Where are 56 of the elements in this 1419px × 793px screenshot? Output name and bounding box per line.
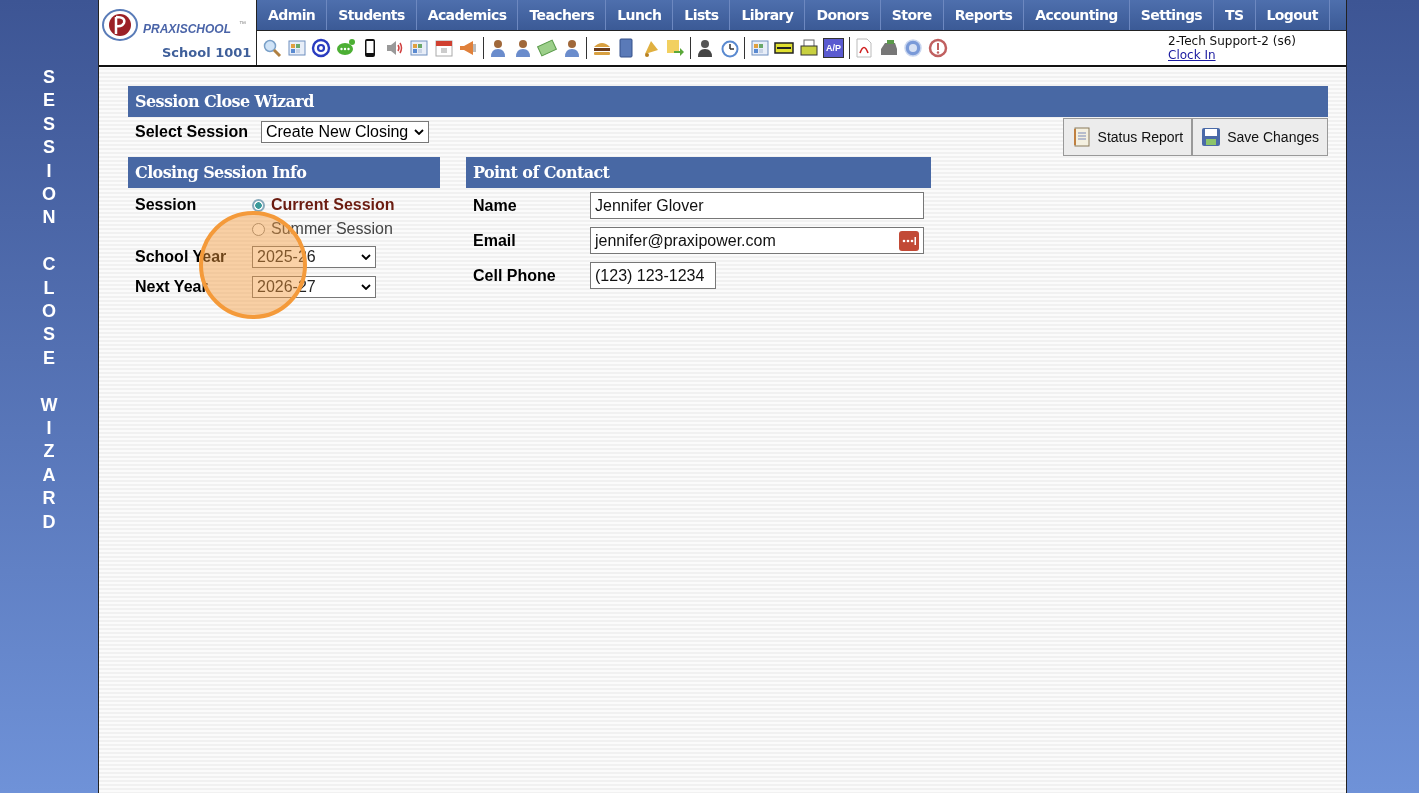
book-icon[interactable]: [616, 38, 636, 58]
session-dropdown[interactable]: Create New Closing: [260, 121, 430, 143]
pdf-icon[interactable]: [854, 38, 874, 58]
sidebar-title: SESSION CLOSE WIZARD: [40, 66, 58, 534]
section-header: Point of Contact: [466, 157, 931, 188]
field-label: Select Session: [135, 123, 248, 141]
radio-label[interactable]: Current Session: [271, 196, 395, 214]
nav-menu-item[interactable]: Teachers: [518, 0, 607, 30]
cash-register-icon[interactable]: [878, 38, 899, 58]
logo-brand: PRAXISCHOOL: [143, 22, 231, 36]
status-report-button[interactable]: Status Report: [1062, 118, 1193, 156]
user-name: 2-Tech Support-2 (s6): [1168, 34, 1298, 48]
businessman-icon[interactable]: [695, 38, 715, 58]
nav-menu-item[interactable]: Admin: [257, 0, 328, 30]
note-arrow-icon[interactable]: [665, 38, 685, 58]
save-changes-button[interactable]: Save Changes: [1192, 118, 1328, 156]
nav-menu-item[interactable]: Accounting: [1024, 0, 1130, 30]
nav-menu-item[interactable]: Lunch: [606, 0, 674, 30]
section-header: Session Close Wizard: [128, 86, 1328, 117]
nav-menu-item[interactable]: Students: [327, 0, 417, 30]
nav-menu-item[interactable]: Settings: [1129, 0, 1215, 30]
field-label: Name: [473, 196, 518, 215]
nav-menu-item[interactable]: Store: [880, 0, 944, 30]
nav-menu-item[interactable]: Logout: [1255, 0, 1330, 30]
alarm-clock-icon[interactable]: [719, 38, 740, 58]
email-field[interactable]: jennifer@praxipower.com: [590, 227, 924, 254]
nav-menu-item[interactable]: Library: [730, 0, 806, 30]
stop-icon[interactable]: [927, 38, 948, 58]
radio-button[interactable]: [252, 222, 265, 236]
name-field[interactable]: Jennifer Glover: [590, 192, 924, 219]
radio-button[interactable]: [252, 198, 265, 212]
chevron-down-icon: [361, 284, 371, 290]
speaker-icon[interactable]: [384, 38, 405, 58]
person-add-icon[interactable]: [488, 38, 508, 58]
field-label: School Year: [135, 248, 228, 266]
phone-field[interactable]: (123) 123-1234: [590, 262, 716, 289]
password-manager-icon[interactable]: [899, 230, 919, 251]
printer-icon[interactable]: [798, 38, 819, 58]
chevron-down-icon: [361, 254, 371, 260]
nav-menu-item[interactable]: TS: [1214, 0, 1256, 30]
section-header: Closing Session Info: [128, 157, 440, 188]
field-label: Cell Phone: [473, 266, 557, 285]
search-icon[interactable]: [262, 38, 282, 58]
megaphone-icon[interactable]: [458, 38, 478, 58]
field-label: Session: [135, 196, 198, 214]
report-icon: [1071, 127, 1092, 147]
school-name: School 1001: [162, 45, 252, 60]
nav-menu-item[interactable]: Lists: [673, 0, 731, 30]
field-label: Email: [473, 231, 517, 250]
ap-toolbar-button[interactable]: A/P: [823, 38, 844, 58]
nav-menu-item[interactable]: Academics: [416, 0, 519, 30]
nav-menu-item[interactable]: Reports: [943, 0, 1025, 30]
chevron-down-icon: [414, 129, 425, 135]
clock-in-link[interactable]: Clock In: [1168, 48, 1216, 62]
grid-icon[interactable]: [409, 38, 429, 58]
nav-menu-item[interactable]: Donors: [805, 0, 881, 30]
